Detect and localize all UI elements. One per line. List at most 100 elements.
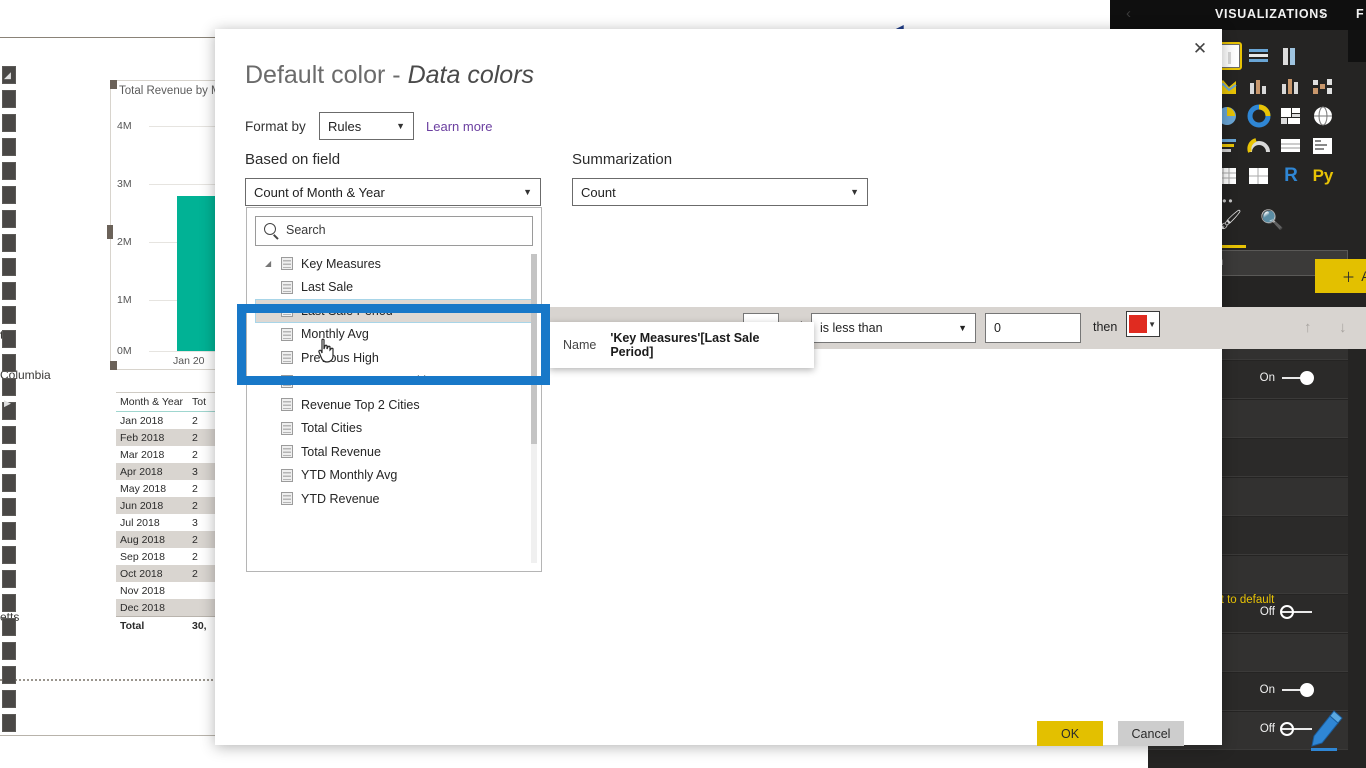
clustered-bar-chart-icon[interactable] (1278, 44, 1304, 68)
cancel-button[interactable]: Cancel (1118, 721, 1184, 746)
toggle-switch[interactable] (1280, 371, 1314, 385)
rule-move-up-icon[interactable]: ↑ (1304, 319, 1312, 336)
fields-pane-row[interactable] (2, 594, 16, 612)
chart-handle-middle-left[interactable] (107, 225, 113, 239)
stacked-bar-100-icon[interactable] (1246, 44, 1272, 68)
fields-pane-row[interactable] (2, 450, 16, 468)
format-property-toggle[interactable]: Off (1260, 605, 1314, 619)
chart-handle-top-left[interactable] (110, 80, 117, 89)
table-visual[interactable]: Month & Year Tot Jan 2018 2 Feb 2018 2 Mar 2… (116, 392, 228, 635)
fields-pane-row[interactable] (2, 546, 16, 564)
field-list-item[interactable]: Total Revenue (255, 440, 535, 464)
field-group-item[interactable]: ◢ Key Measures (255, 252, 535, 276)
table-cell-total: 2 (192, 414, 198, 427)
chart-handle-bottom-left[interactable] (110, 361, 117, 370)
format-by-select[interactable]: Rules ▼ (319, 112, 414, 140)
fields-pane-row[interactable] (2, 666, 16, 684)
rule-value-input[interactable]: 0 (985, 313, 1081, 343)
r-script-visual-icon[interactable]: R (1278, 164, 1304, 188)
table-row[interactable]: Oct 2018 2 (116, 565, 228, 582)
fields-pane-row[interactable] (2, 138, 16, 156)
table-row[interactable]: Mar 2018 2 (116, 446, 228, 463)
close-icon[interactable]: ✕ (1188, 37, 1212, 61)
fields-pane-row[interactable] (2, 354, 16, 372)
fields-pane-row[interactable] (2, 234, 16, 252)
fields-pane-row[interactable] (2, 618, 16, 636)
rule-move-down-icon[interactable]: ↓ (1339, 319, 1347, 336)
table-row[interactable]: Nov 2018 (116, 582, 228, 599)
format-property-toggle[interactable]: On (1260, 683, 1314, 697)
toggle-switch[interactable] (1280, 683, 1314, 697)
matrix-icon[interactable] (1278, 134, 1304, 158)
fields-pane-row[interactable] (2, 306, 16, 324)
fields-pane-row[interactable] (2, 114, 16, 132)
rule-color-picker[interactable]: ▼ (1126, 311, 1160, 337)
map-globe-icon[interactable] (1310, 104, 1336, 128)
field-list-item[interactable]: Monthly Avg (255, 323, 535, 347)
table-row[interactable]: Jan 2018 2 (116, 412, 228, 429)
gauge-chart-icon[interactable] (1246, 134, 1272, 158)
add-rule-button[interactable]: ＋ Add (1315, 259, 1366, 293)
ok-button[interactable]: OK (1037, 721, 1103, 746)
format-property-toggle[interactable]: Off (1260, 722, 1314, 736)
fields-pane-row[interactable] (2, 378, 16, 396)
chart-visual-total-revenue[interactable]: Total Revenue by M 4M 3M 2M 1M 0M Jan 20 (107, 80, 235, 370)
expand-right-icon[interactable]: › (1320, 5, 1325, 22)
table-row[interactable]: Apr 2018 3 (116, 463, 228, 480)
field-list-item[interactable]: Revenue Bottom 2 Cities (255, 370, 535, 394)
table-row[interactable]: May 2018 2 (116, 480, 228, 497)
fields-pane-row[interactable] (2, 426, 16, 444)
fields-pane-row[interactable] (2, 210, 16, 228)
fields-pane-row[interactable] (2, 522, 16, 540)
field-list-item[interactable]: Last Sale Period (255, 299, 535, 323)
analytics-magnifier-icon[interactable]: 🔍 (1260, 208, 1284, 232)
field-list-scrollbar-thumb[interactable] (531, 254, 537, 444)
line-clustered-column-icon[interactable] (1246, 74, 1272, 98)
fields-pane-row[interactable] (2, 642, 16, 660)
fields-collapse-icon[interactable]: ▶ (4, 398, 11, 409)
table-row[interactable]: Aug 2018 2 (116, 531, 228, 548)
line-stacked-column-icon[interactable] (1278, 74, 1304, 98)
table-row[interactable]: Jun 2018 2 (116, 497, 228, 514)
learn-more-link[interactable]: Learn more (426, 119, 492, 134)
field-search-input[interactable]: Search (255, 216, 533, 246)
field-item-label: Revenue Top 2 Cities (301, 397, 420, 412)
rule-operator-select[interactable]: is less than ▼ (811, 313, 976, 343)
expand-triangle-icon[interactable]: ◢ (265, 259, 271, 268)
fields-pane-row[interactable] (2, 690, 16, 708)
donut-chart-icon[interactable] (1246, 104, 1272, 128)
table-row[interactable]: Feb 2018 2 (116, 429, 228, 446)
treemap-icon[interactable] (1278, 104, 1304, 128)
table-row[interactable]: Sep 2018 2 (116, 548, 228, 565)
summarization-select[interactable]: Count ▼ (572, 178, 868, 206)
matrix-grid-icon[interactable] (1246, 164, 1272, 188)
field-list-item[interactable]: Last Sale (255, 276, 535, 300)
toggle-switch[interactable] (1280, 605, 1314, 619)
fields-pane-row[interactable] (2, 714, 16, 732)
field-list-item[interactable]: Previous High (255, 346, 535, 370)
field-list-item[interactable]: Total Cities (255, 417, 535, 441)
fields-pane-row[interactable] (2, 474, 16, 492)
fields-pane-row[interactable] (2, 330, 16, 348)
fields-pane-row[interactable] (2, 570, 16, 588)
fields-pane-row[interactable] (2, 186, 16, 204)
format-property-toggle[interactable]: On (1260, 371, 1314, 385)
fields-pane-row[interactable] (2, 90, 16, 108)
field-list-item[interactable]: Revenue Top 2 Cities (255, 393, 535, 417)
fields-pane-row[interactable] (2, 282, 16, 300)
table-row[interactable]: Dec 2018 (116, 599, 228, 616)
toggle-state-label: On (1259, 372, 1275, 384)
based-on-field-select[interactable]: Count of Month & Year ▼ (245, 178, 541, 206)
collapse-left-icon[interactable]: ‹ (1126, 5, 1131, 22)
ribbon-chart-icon[interactable] (1310, 74, 1336, 98)
table-row[interactable]: Jul 2018 3 (116, 514, 228, 531)
fields-pane-row[interactable] (2, 258, 16, 276)
field-list-item[interactable]: YTD Monthly Avg (255, 464, 535, 488)
fields-pane-row[interactable] (2, 498, 16, 516)
fields-expand-icon[interactable]: ◢ (4, 70, 11, 81)
python-visual-icon[interactable]: Py (1310, 164, 1336, 188)
multi-row-card-icon[interactable] (1310, 134, 1336, 158)
field-list-item[interactable]: YTD Revenue (255, 487, 535, 511)
fields-pane-row[interactable] (2, 162, 16, 180)
toggle-switch[interactable] (1280, 722, 1314, 736)
